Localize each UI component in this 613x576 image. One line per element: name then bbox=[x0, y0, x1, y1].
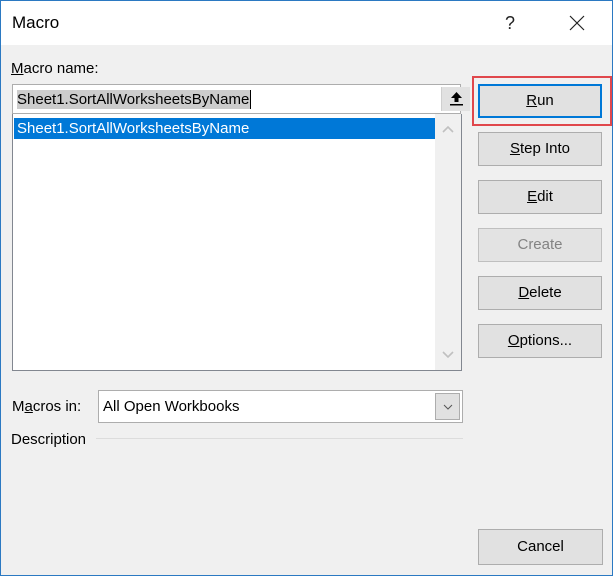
button-label: ptions... bbox=[519, 332, 573, 349]
run-button[interactable]: Run bbox=[478, 84, 602, 118]
button-label: un bbox=[537, 92, 554, 109]
chevron-down-icon bbox=[443, 404, 453, 410]
scroll-up-button[interactable] bbox=[435, 118, 461, 140]
accel-key: S bbox=[509, 140, 520, 157]
close-button[interactable] bbox=[561, 7, 593, 39]
macros-in-value: All Open Workbooks bbox=[103, 398, 240, 415]
label-text: acro name: bbox=[23, 60, 99, 77]
label-text: cros in: bbox=[32, 398, 82, 415]
dropdown-button[interactable] bbox=[435, 393, 460, 420]
macro-name-label: Macro name: bbox=[11, 60, 99, 77]
collapse-dialog-button[interactable] bbox=[441, 87, 470, 111]
dialog-title: Macro bbox=[12, 13, 60, 32]
close-icon bbox=[569, 15, 585, 31]
list-scrollbar[interactable] bbox=[435, 114, 461, 370]
macro-name-input[interactable]: Sheet1.SortAllWorksheetsByName bbox=[12, 84, 470, 114]
scroll-down-button[interactable] bbox=[435, 344, 461, 366]
macro-name-value: Sheet1.SortAllWorksheetsByName bbox=[17, 90, 252, 109]
step-into-button[interactable]: Step Into bbox=[478, 132, 602, 166]
list-item[interactable]: Sheet1.SortAllWorksheetsByName bbox=[14, 118, 435, 139]
button-label: elete bbox=[529, 284, 562, 301]
chevron-up-icon bbox=[442, 125, 454, 133]
label-text: M bbox=[12, 398, 25, 415]
accel-key: M bbox=[11, 60, 24, 77]
macros-in-select[interactable]: All Open Workbooks bbox=[98, 390, 463, 423]
delete-button[interactable]: Delete bbox=[478, 276, 602, 310]
title-bar: Macro ? bbox=[1, 1, 612, 45]
description-divider bbox=[96, 438, 463, 439]
macros-in-label: Macros in: bbox=[12, 398, 81, 415]
chevron-down-icon bbox=[442, 351, 454, 359]
options-button[interactable]: Options... bbox=[478, 324, 602, 358]
accel-key: R bbox=[526, 92, 538, 109]
accel-key: a bbox=[24, 398, 33, 415]
macro-dialog: Macro ? Macro name: Sheet1.SortAllWorksh… bbox=[0, 0, 613, 576]
macro-list[interactable]: Sheet1.SortAllWorksheetsByName bbox=[12, 114, 462, 371]
arrow-up-icon bbox=[450, 92, 463, 106]
button-label: tep Into bbox=[519, 140, 571, 157]
accel-key: E bbox=[527, 188, 538, 205]
create-button[interactable]: Create bbox=[478, 228, 602, 262]
help-button[interactable]: ? bbox=[494, 7, 526, 39]
accel-key: O bbox=[507, 332, 520, 349]
button-label: dit bbox=[537, 188, 553, 205]
accel-key: D bbox=[518, 284, 530, 301]
description-label: Description bbox=[11, 431, 87, 448]
cancel-button[interactable]: Cancel bbox=[478, 529, 603, 565]
edit-button[interactable]: Edit bbox=[478, 180, 602, 214]
